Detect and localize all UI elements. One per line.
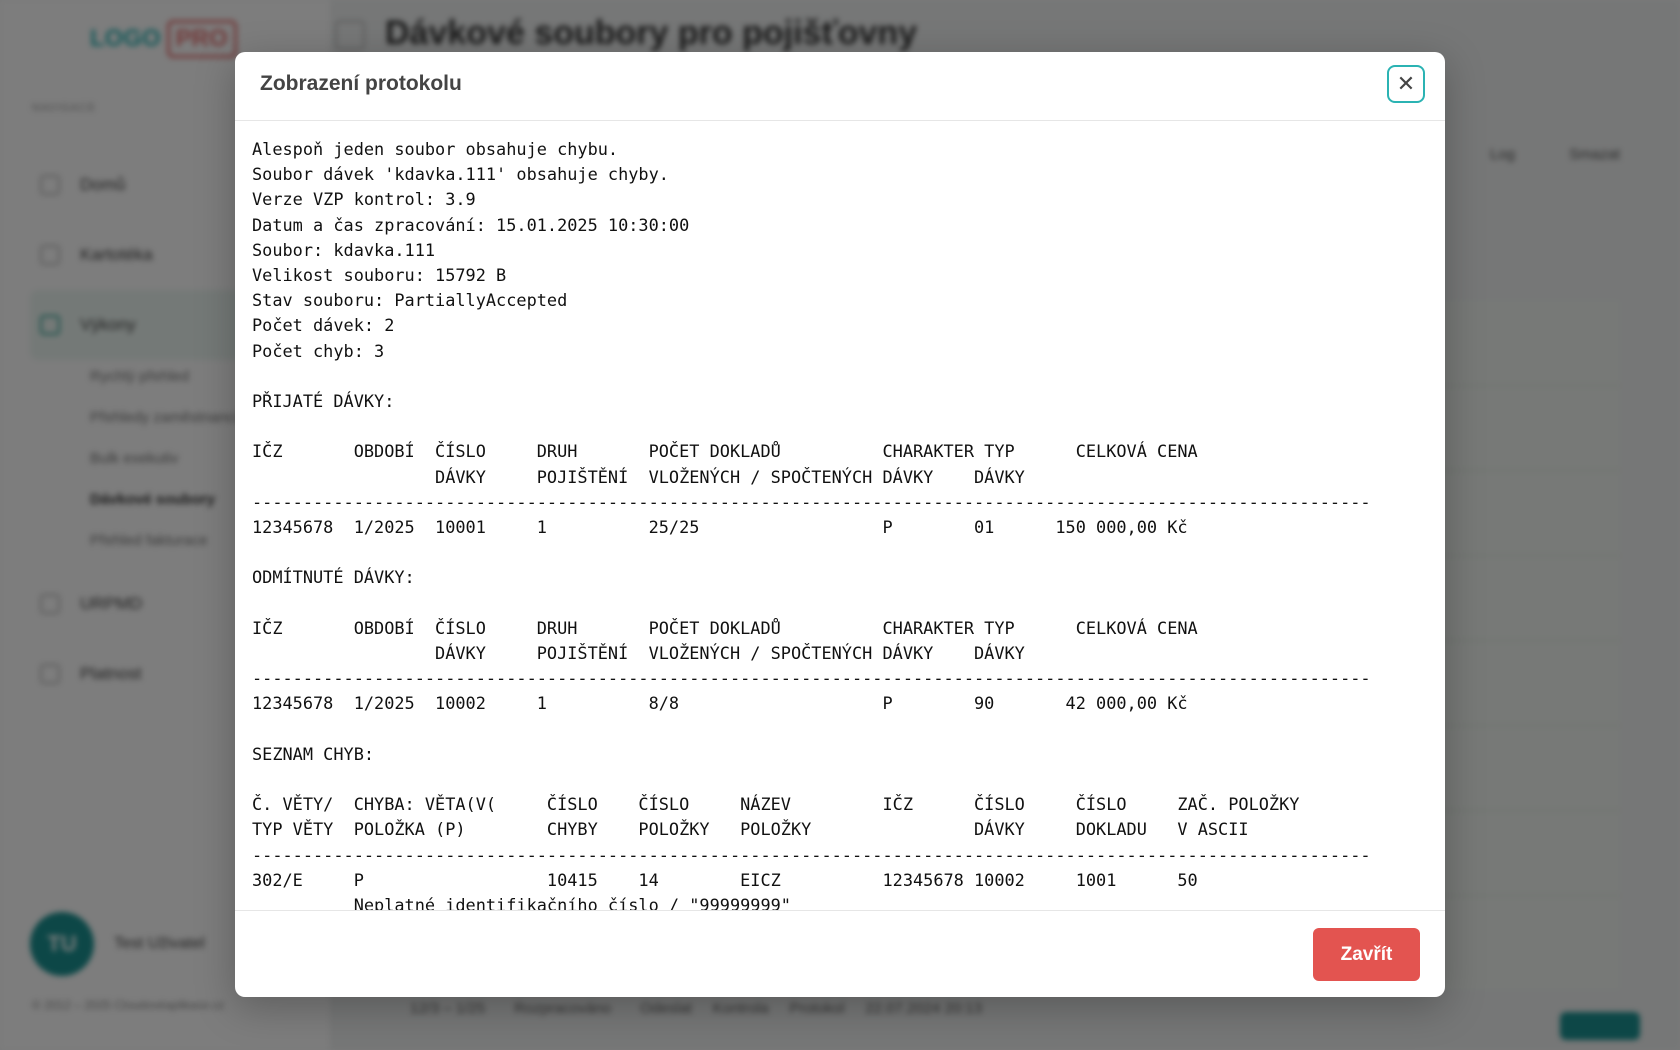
- modal-title: Zobrazení protokolu: [260, 72, 462, 95]
- modal-header: Zobrazení protokolu ✕: [235, 52, 1445, 121]
- zavrit-button[interactable]: Zavřít: [1313, 928, 1420, 981]
- close-button[interactable]: ✕: [1387, 65, 1425, 103]
- protocol-modal: Zobrazení protokolu ✕ Alespoň jeden soub…: [235, 52, 1445, 997]
- modal-footer: Zavřít: [235, 910, 1445, 997]
- protocol-text: Alespoň jeden soubor obsahuje chybu. Sou…: [252, 139, 1371, 911]
- close-icon: ✕: [1396, 71, 1416, 96]
- modal-body[interactable]: Alespoň jeden soubor obsahuje chybu. Sou…: [235, 121, 1445, 911]
